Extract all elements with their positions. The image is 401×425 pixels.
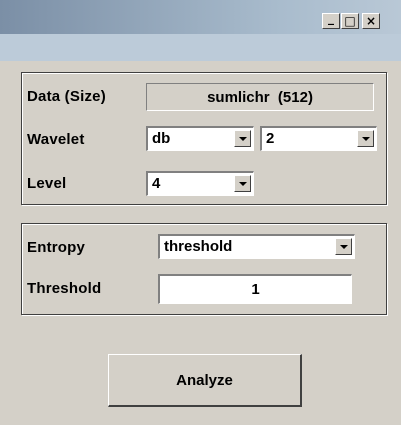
close-button[interactable]: × bbox=[362, 13, 380, 29]
wavelet-family-value: db bbox=[152, 130, 171, 147]
wavelet-family-select[interactable]: db bbox=[146, 126, 254, 151]
wavelet-packet-window: _ □ × Data (Size) sumlichr (512) Wavelet… bbox=[0, 0, 401, 425]
threshold-input[interactable]: 1 bbox=[158, 274, 352, 304]
minimize-button[interactable]: _ bbox=[322, 11, 340, 29]
chevron-down-icon[interactable] bbox=[234, 130, 251, 147]
level-select[interactable]: 4 bbox=[146, 171, 254, 196]
chevron-down-icon[interactable] bbox=[234, 175, 251, 192]
analyze-button-label: Analyze bbox=[176, 371, 233, 389]
minimize-icon: _ bbox=[328, 11, 334, 25]
wavelet-number-select[interactable]: 2 bbox=[260, 126, 377, 151]
maximize-icon: □ bbox=[344, 14, 356, 28]
close-icon: × bbox=[365, 14, 377, 28]
level-value: 4 bbox=[152, 175, 161, 192]
level-label: Level bbox=[27, 175, 67, 192]
menu-bar-area bbox=[0, 34, 401, 61]
wavelet-label: Wavelet bbox=[27, 131, 85, 148]
chevron-down-icon[interactable] bbox=[357, 130, 374, 147]
data-size-label: Data (Size) bbox=[27, 88, 106, 105]
data-wavelet-frame: Data (Size) sumlichr (512) Wavelet db 2 … bbox=[21, 72, 387, 205]
title-bar[interactable]: _ □ × bbox=[0, 0, 401, 34]
entropy-label: Entropy bbox=[27, 239, 86, 256]
client-area: Data (Size) sumlichr (512) Wavelet db 2 … bbox=[0, 61, 401, 425]
entropy-select[interactable]: threshold bbox=[158, 234, 355, 259]
maximize-button[interactable]: □ bbox=[341, 13, 359, 29]
threshold-label: Threshold bbox=[27, 280, 102, 297]
wavelet-number-value: 2 bbox=[266, 130, 275, 147]
entropy-value: threshold bbox=[164, 238, 233, 255]
analyze-button[interactable]: Analyze bbox=[108, 354, 302, 407]
entropy-frame: Entropy threshold Threshold 1 bbox=[21, 223, 387, 315]
data-size-value: sumlichr (512) bbox=[146, 83, 374, 111]
chevron-down-icon[interactable] bbox=[335, 238, 352, 255]
